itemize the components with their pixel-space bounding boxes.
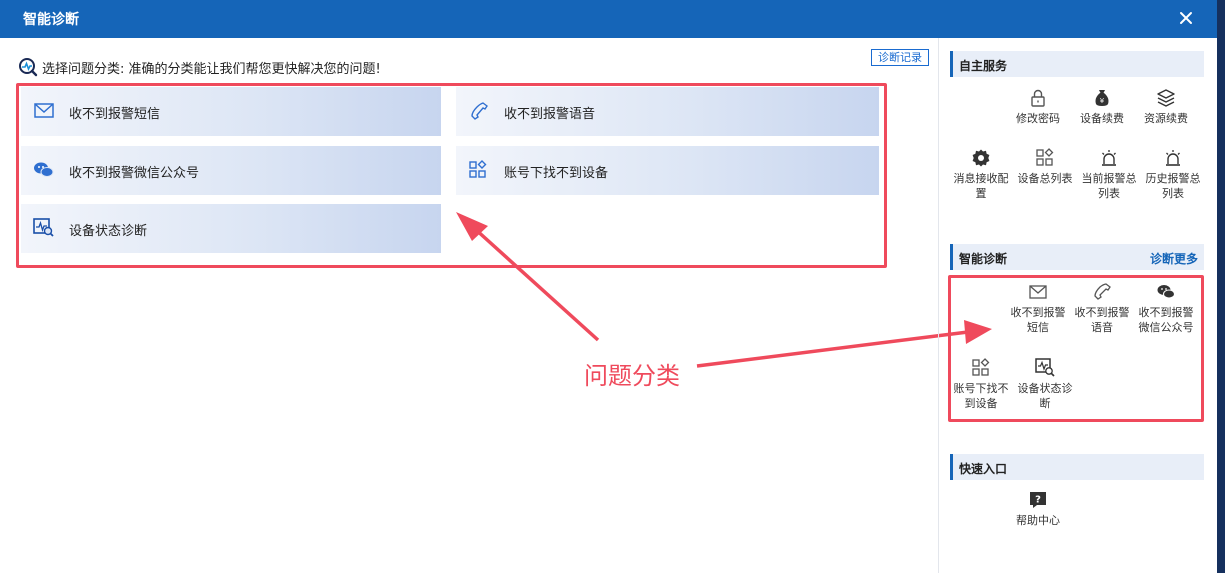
quick-entry-help-center[interactable]: ? 帮助中心 (1006, 490, 1070, 528)
svg-text:¥: ¥ (1100, 97, 1105, 105)
layers-icon (1156, 88, 1176, 108)
sidebar-item-label: 当前报警总列表 (1081, 172, 1137, 200)
dialog-title-bar: 智能诊断 (0, 0, 1217, 38)
smart-diag-device-status[interactable]: 设备状态诊断 (1013, 358, 1077, 411)
self-service-message-config[interactable]: 消息接收配置 (949, 148, 1013, 201)
gear-icon (971, 148, 991, 168)
diagnose-more-link[interactable]: 诊断更多 (1150, 250, 1198, 267)
sidebar-item-label: 消息接收配置 (953, 172, 1009, 200)
section-title: 快速入口 (959, 462, 1008, 476)
sidebar-item-label: 收不到报警语音 (1074, 306, 1130, 334)
sidebar-item-label: 帮助中心 (1016, 514, 1060, 527)
self-service-device-list[interactable]: 设备总列表 (1013, 148, 1077, 186)
sidebar-item-label: 修改密码 (1016, 112, 1060, 125)
svg-text:?: ? (1035, 495, 1041, 506)
lock-icon (1028, 88, 1048, 108)
self-service-current-alarms[interactable]: 当前报警总列表 (1077, 148, 1141, 201)
category-header: 选择问题分类: 准确的分类能让我们帮您更快解决您的问题! (18, 56, 381, 78)
money-bag-icon: ¥ (1092, 88, 1112, 108)
self-service-change-password[interactable]: 修改密码 (1006, 88, 1070, 126)
smart-diag-no-wechat[interactable]: 收不到报警微信公众号 (1134, 282, 1198, 335)
section-self-service: 自主服务 (950, 51, 1204, 77)
smart-diagnosis-dialog: 智能诊断 选择问题分类: 准确的分类能让我们帮您更快解决您的问题! 诊断记录 收… (0, 0, 1217, 573)
alarm-icon (1099, 148, 1119, 168)
phone-icon (1092, 282, 1112, 302)
sidebar-item-label: 历史报警总列表 (1145, 172, 1201, 200)
annotation-label: 问题分类 (584, 362, 680, 390)
sidebar-item-label: 资源续费 (1144, 112, 1188, 125)
sidebar-item-label: 设备续费 (1080, 112, 1124, 125)
smart-diag-no-voice[interactable]: 收不到报警语音 (1070, 282, 1134, 335)
self-service-history-alarms[interactable]: 历史报警总列表 (1141, 148, 1205, 201)
close-icon[interactable] (1175, 7, 1197, 29)
diagnose-search-icon (18, 57, 38, 77)
self-service-device-renew[interactable]: ¥ 设备续费 (1070, 88, 1134, 126)
section-smart-diagnosis: 智能诊断 诊断更多 (950, 244, 1204, 270)
section-title: 智能诊断 (959, 252, 1008, 266)
smart-diag-no-sms[interactable]: 收不到报警短信 (1006, 282, 1070, 335)
dialog-title: 智能诊断 (23, 12, 79, 28)
sidebar-item-label: 账号下找不到设备 (953, 382, 1009, 410)
wechat-icon (1156, 282, 1176, 302)
mail-icon (1028, 282, 1048, 302)
self-service-resource-renew[interactable]: 资源续费 (1134, 88, 1198, 126)
sidebar-item-label: 设备状态诊断 (1017, 382, 1073, 410)
annotation-box-categories (16, 83, 887, 268)
background-strip (1217, 0, 1225, 573)
category-header-text: 选择问题分类: 准确的分类能让我们帮您更快解决您的问题! (42, 61, 381, 77)
diagnosis-record-button[interactable]: 诊断记录 (871, 49, 929, 66)
device-diagnose-icon (1035, 358, 1055, 378)
smart-diag-no-device[interactable]: 账号下找不到设备 (949, 358, 1013, 411)
help-icon: ? (1028, 490, 1048, 510)
section-quick-entry: 快速入口 (950, 454, 1204, 480)
section-title: 自主服务 (959, 59, 1008, 73)
sidebar: 自主服务 修改密码 ¥ 设备续费 资源续费 消息接收配置 设备总列表 当前报警总… (938, 38, 1217, 573)
devices-grid-icon (971, 358, 991, 378)
grid-icon (1035, 148, 1055, 168)
alarm-history-icon (1163, 148, 1183, 168)
sidebar-item-label: 设备总列表 (1017, 172, 1073, 185)
sidebar-item-label: 收不到报警短信 (1010, 306, 1066, 334)
sidebar-item-label: 收不到报警微信公众号 (1138, 306, 1194, 334)
